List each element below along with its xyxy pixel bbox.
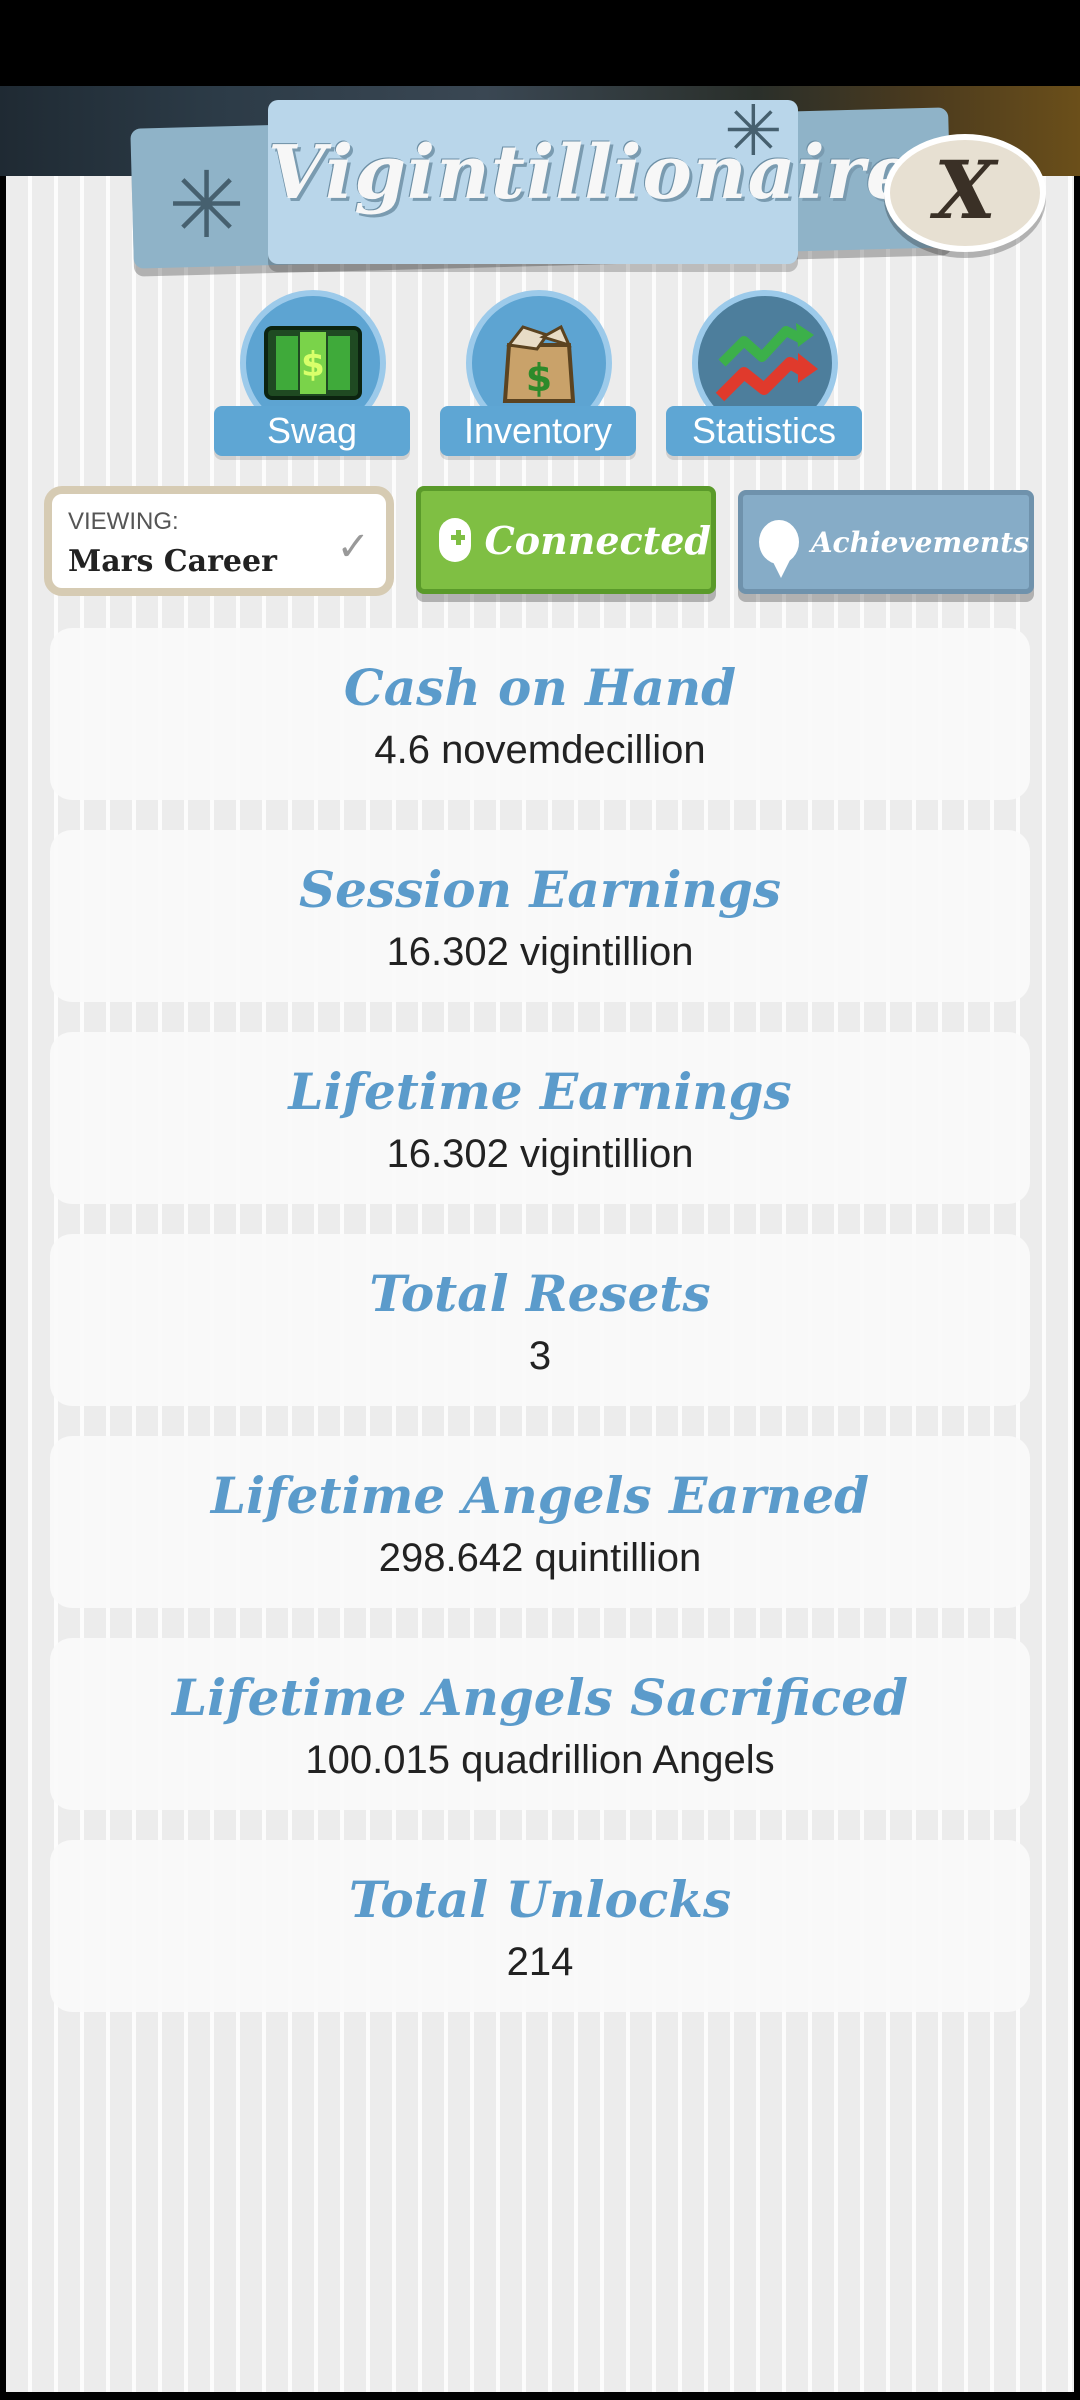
tab-inventory[interactable]: $ Inventory: [440, 290, 636, 460]
stat-title: Cash on Hand: [343, 658, 737, 717]
page-title: Vigintillionaire!: [268, 130, 948, 216]
stat-card-session-earnings: Session Earnings 16.302 vigintillion: [50, 830, 1030, 1002]
connected-button[interactable]: Connected: [416, 486, 716, 594]
tab-label: Inventory: [440, 406, 636, 456]
stat-title: Session Earnings: [299, 860, 781, 919]
career-value: Mars Career: [68, 544, 277, 579]
stat-title: Total Resets: [369, 1264, 711, 1323]
stat-card-total-unlocks: Total Unlocks 214: [50, 1840, 1030, 2012]
svg-text:$: $: [526, 356, 552, 400]
svg-text:$: $: [301, 345, 325, 385]
stat-value: 4.6 novemdecillion: [374, 728, 706, 772]
stat-value: 100.015 quadrillion Angels: [305, 1738, 775, 1782]
chevron-down-icon: ✓: [336, 525, 370, 569]
stat-value: 16.302 vigintillion: [386, 1132, 694, 1176]
connected-label: Connected: [484, 517, 711, 563]
stat-value: 3: [528, 1334, 552, 1378]
stat-title: Lifetime Earnings: [288, 1062, 792, 1121]
stat-card-cash-on-hand: Cash on Hand 4.6 novemdecillion: [50, 628, 1030, 800]
tab-label: Statistics: [666, 406, 862, 456]
stat-title: Lifetime Angels Sacrificed: [171, 1668, 908, 1727]
gamepad-icon: [439, 518, 471, 562]
career-select[interactable]: VIEWING: Mars Career ✓: [44, 486, 394, 596]
stat-value: 298.642 quintillion: [378, 1536, 702, 1580]
stat-card-lifetime-angels-earned: Lifetime Angels Earned 298.642 quintilli…: [50, 1436, 1030, 1608]
ribbon-icon: [759, 520, 799, 578]
stat-card-lifetime-angels-sacrificed: Lifetime Angels Sacrificed 100.015 quadr…: [50, 1638, 1030, 1810]
stat-value: 214: [506, 1940, 574, 1984]
viewing-label: VIEWING:: [68, 508, 179, 535]
achievements-button[interactable]: Achievements: [738, 490, 1034, 594]
stat-value: 16.302 vigintillion: [386, 930, 694, 974]
close-button[interactable]: X: [884, 134, 1046, 252]
achievements-label: Achievements: [810, 525, 1029, 559]
tab-statistics[interactable]: Statistics: [666, 290, 862, 460]
tab-swag[interactable]: $ Swag: [214, 290, 410, 460]
stat-card-total-resets: Total Resets 3: [50, 1234, 1030, 1406]
stat-title: Lifetime Angels Earned: [210, 1466, 870, 1525]
status-bar: [0, 0, 1080, 86]
close-icon: X: [933, 143, 997, 237]
stat-title: Total Unlocks: [348, 1870, 732, 1929]
sparkle-icon: ✳: [168, 155, 246, 257]
stat-card-lifetime-earnings: Lifetime Earnings 16.302 vigintillion: [50, 1032, 1030, 1204]
tab-label: Swag: [214, 406, 410, 456]
